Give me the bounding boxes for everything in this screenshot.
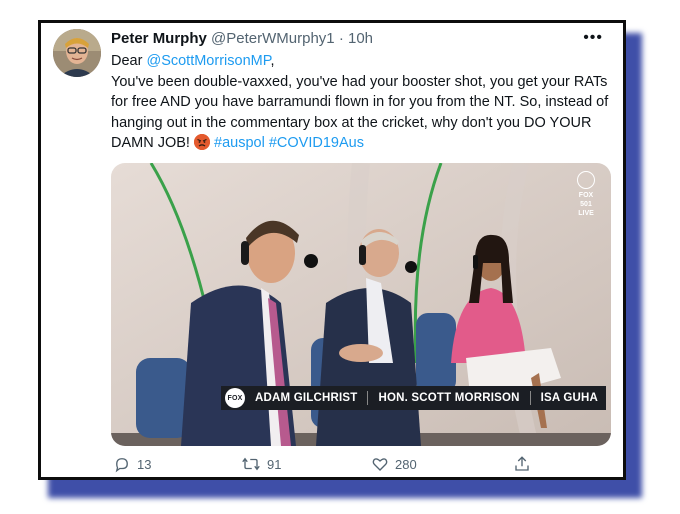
lower-third-caption: FOX ADAM GILCHRIST HON. SCOTT MORRISON I… [221, 386, 607, 410]
more-options-button[interactable]: ••• [583, 29, 603, 47]
tweet-card: Peter Murphy @PeterWMurphy1 · 10h ••• De… [38, 20, 626, 480]
caption-name: HON. SCOTT MORRISON [378, 392, 520, 404]
greeting-suffix: , [270, 53, 275, 69]
tweet-text: Dear @ScottMorrisonMP, You've been doubl… [111, 51, 611, 154]
caption-name: ADAM GILCHRIST [255, 392, 358, 404]
heart-icon [372, 458, 388, 471]
reply-icon [115, 458, 128, 473]
retweet-button[interactable]: 91 [241, 455, 281, 473]
tweet-header: Peter Murphy @PeterWMurphy1 · 10h ••• [111, 29, 613, 52]
caption-name: ISA GUHA [540, 392, 599, 404]
caption-divider [529, 391, 531, 405]
hashtag-auspol[interactable]: #auspol [214, 135, 265, 151]
greeting-line: Dear @ScottMorrisonMP, [111, 51, 611, 72]
separator: · [338, 30, 344, 47]
handle[interactable]: @PeterWMurphy1 [211, 30, 335, 47]
retweet-count: 91 [267, 456, 282, 472]
broadcaster-logo: FOX [225, 388, 245, 408]
retweet-icon [242, 457, 260, 471]
angry-face-emoji [193, 134, 210, 150]
channel-logo-text: FOX 501 LIVE [578, 192, 594, 217]
share-button[interactable] [513, 455, 531, 473]
display-name[interactable]: Peter Murphy [111, 30, 207, 47]
reply-button[interactable]: 13 [113, 455, 151, 473]
like-count: 280 [395, 456, 417, 472]
tweet-media-image[interactable]: FOX 501 LIVE FOX ADAM GILCHRIST HON. SCO… [111, 163, 611, 446]
mention-link[interactable]: @ScottMorrisonMP [146, 53, 270, 69]
tweet-actions: 13 91 280 [111, 455, 561, 479]
like-button[interactable]: 280 [371, 455, 417, 473]
hashtag-covid19aus[interactable]: #COVID19Aus [269, 135, 364, 151]
caption-divider [367, 391, 369, 405]
avatar[interactable] [53, 29, 101, 77]
reply-count: 13 [137, 456, 152, 472]
channel-logo: FOX 501 LIVE [575, 171, 597, 217]
share-icon [515, 456, 529, 471]
timestamp[interactable]: 10h [348, 30, 373, 47]
greeting-prefix: Dear [111, 53, 147, 69]
